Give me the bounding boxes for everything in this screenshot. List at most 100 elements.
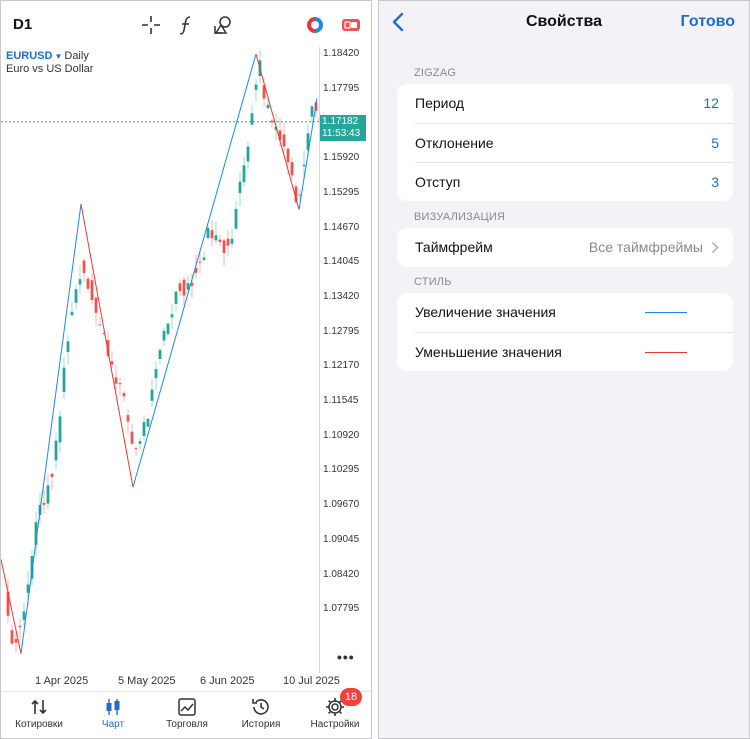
candle-body [302, 164, 306, 167]
candle-body [22, 611, 26, 620]
candle-body [174, 291, 178, 304]
zigzag-segment [298, 98, 318, 210]
candle-body [234, 208, 238, 229]
backstep-value[interactable]: 3 [711, 174, 719, 190]
candle-body [162, 330, 166, 341]
candle-body [138, 441, 142, 444]
trade-toggle-icon[interactable] [304, 14, 326, 36]
time-axis-label: 10 Jul 2025 [283, 675, 340, 687]
candle-body [178, 283, 182, 292]
candle-body [158, 349, 162, 360]
properties-screen: Свойства Готово ZIGZAG Период 12 Отклоне… [378, 0, 750, 739]
price-axis-label: 1.10920 [323, 429, 360, 441]
candle-body [130, 431, 134, 444]
row-timeframe[interactable]: Таймфрейм Все таймфреймы [397, 228, 733, 267]
caret-down-icon: ▼ [54, 52, 63, 61]
current-price-tag: 1.17182 11:53:43 [320, 115, 366, 141]
candle-body [42, 502, 46, 505]
deviation-value[interactable]: 5 [711, 135, 719, 151]
candle-body [14, 639, 18, 643]
tab-history[interactable]: История [224, 692, 298, 739]
section-visualization-title: ВИЗУАЛИЗАЦИЯ [414, 211, 506, 223]
zigzag-segment [132, 53, 257, 488]
bar-countdown: 11:53:43 [322, 128, 361, 139]
candle-body [98, 324, 102, 326]
candle-body [266, 104, 270, 109]
nav-bar: Свойства Готово [379, 1, 749, 43]
price-axis-label: 1.10295 [323, 464, 360, 476]
candle-body [122, 393, 126, 397]
row-period[interactable]: Период 12 [397, 84, 733, 123]
candle-body [250, 113, 254, 125]
price-axis-label: 1.11545 [323, 395, 359, 406]
deviation-label: Отклонение [415, 135, 494, 151]
period-label: Период [415, 95, 465, 111]
tab-settings-label: Настройки [310, 719, 360, 730]
candle-body [50, 473, 54, 477]
candle-body [46, 485, 50, 504]
chart-toolbar: D1 [1, 1, 371, 47]
visualization-group: Таймфрейм Все таймфреймы [397, 228, 733, 267]
tab-chart-label: Чарт [101, 719, 125, 730]
candle-body [82, 260, 86, 274]
candle-body [78, 279, 82, 285]
price-chart[interactable] [1, 47, 319, 673]
up-color-sample[interactable] [645, 312, 687, 313]
zigzag-segment [20, 203, 82, 654]
candle-body [62, 367, 66, 392]
symbol-description: Euro vs US Dollar [6, 63, 94, 75]
settings-badge: 18 [340, 688, 362, 706]
symbol-header[interactable]: EURUSD ▼ Daily [6, 50, 89, 62]
crosshair-icon[interactable] [140, 14, 162, 36]
candle-body [74, 289, 78, 303]
period-value[interactable]: 12 [703, 95, 719, 111]
price-axis-label: 1.15920 [323, 152, 360, 164]
timeframe-value: Все таймфреймы [588, 239, 703, 255]
timeframe-label: Таймфрейм [415, 239, 493, 255]
candle-body [10, 630, 14, 644]
tab-trade[interactable]: Торговля [150, 692, 224, 739]
style-group: Увеличение значения Уменьшение значения [397, 293, 733, 371]
candle-body [110, 361, 114, 365]
candle-body [54, 440, 58, 461]
candle-body [90, 280, 94, 300]
candle-body [222, 240, 226, 253]
section-zigzag-title: ZIGZAG [414, 67, 457, 79]
candle-body [254, 84, 258, 90]
candlestick-chart[interactable] [1, 47, 319, 673]
candle-body [70, 311, 74, 316]
price-axis-label: 1.13420 [323, 290, 360, 302]
candle-body [230, 238, 234, 244]
price-axis-label: 1.15295 [323, 186, 360, 198]
row-backstep[interactable]: Отступ 3 [415, 162, 733, 201]
tab-chart[interactable]: Чарт [76, 692, 150, 739]
candle-body [206, 227, 210, 238]
tab-quotes-label: Котировки [15, 719, 63, 730]
row-deviation[interactable]: Отклонение 5 [415, 123, 733, 162]
time-axis-label: 1 Apr 2025 [35, 675, 89, 687]
section-style-title: СТИЛЬ [414, 276, 452, 288]
candle-body [170, 314, 174, 318]
candle-body [142, 422, 146, 437]
more-icon[interactable]: ••• [337, 649, 355, 665]
zigzag-segment [80, 203, 134, 488]
objects-icon[interactable] [212, 14, 234, 36]
candle-body [126, 415, 130, 422]
candle-body [18, 625, 22, 628]
chevron-right-icon [711, 241, 719, 254]
row-down-color[interactable]: Уменьшение значения [415, 332, 733, 371]
down-color-sample[interactable] [645, 352, 687, 353]
done-button[interactable]: Готово [681, 13, 735, 31]
price-axis-label: 1.08420 [323, 568, 360, 580]
candle-body [286, 148, 290, 163]
tab-quotes[interactable]: Котировки [2, 692, 76, 739]
candle-body [198, 261, 202, 263]
zigzag-segment [255, 53, 300, 210]
candle-body [134, 448, 138, 450]
one-click-trading-icon[interactable] [340, 14, 362, 36]
timeframe-button[interactable]: D1 [13, 16, 32, 33]
candle-body [86, 278, 90, 289]
function-icon[interactable] [175, 14, 197, 36]
candle-body [154, 369, 158, 379]
row-up-color[interactable]: Увеличение значения [397, 293, 733, 332]
